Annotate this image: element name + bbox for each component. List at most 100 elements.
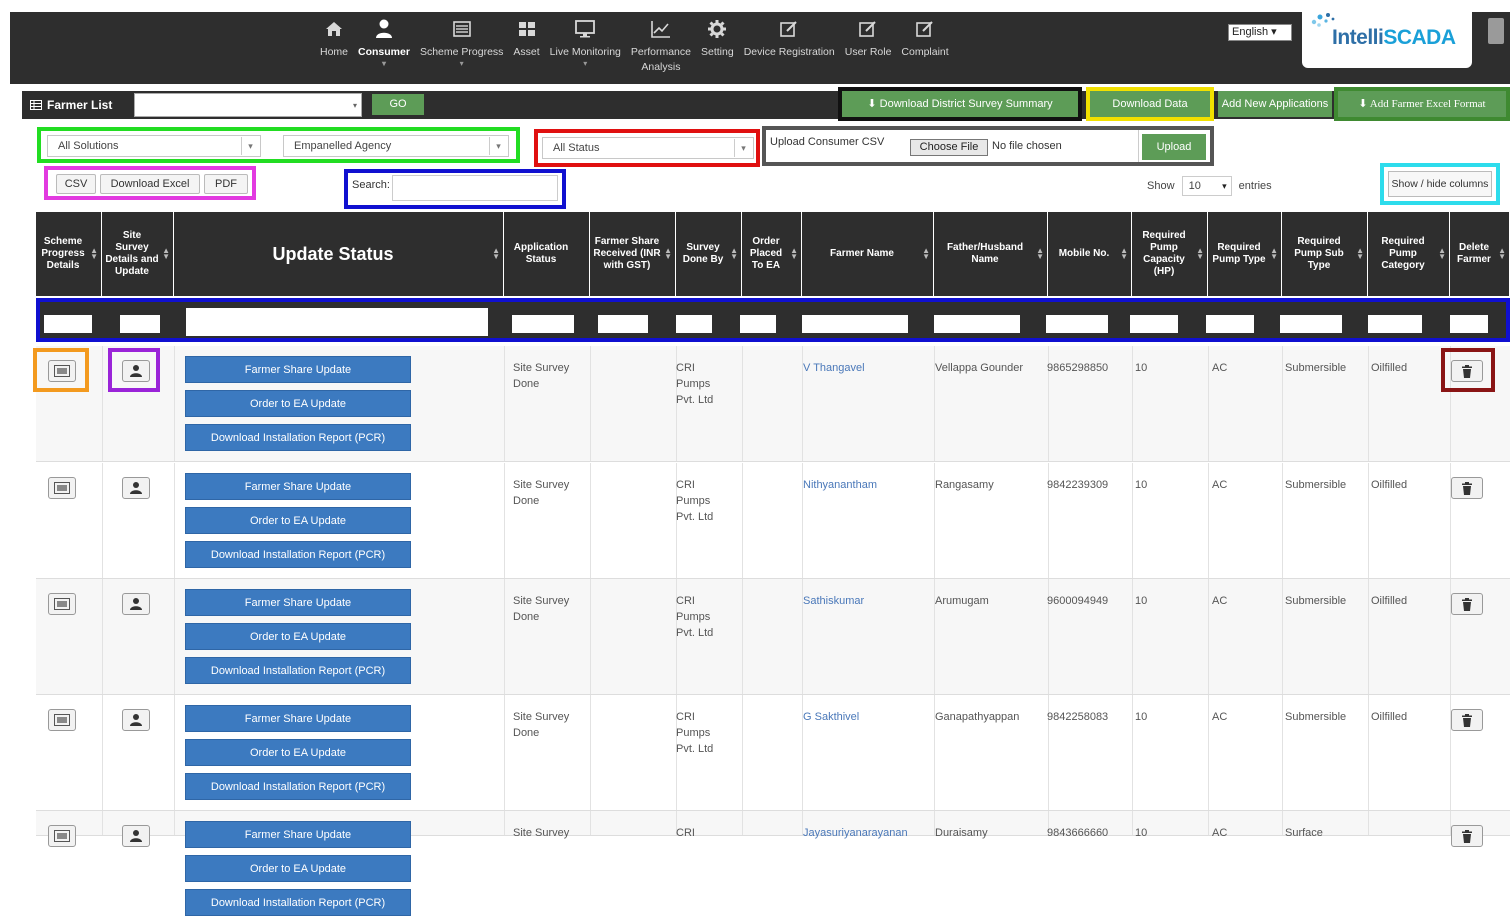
- nav-consumer[interactable]: Consumer ▾: [353, 12, 415, 84]
- farmer-name-link[interactable]: V Thangavel: [803, 360, 929, 376]
- search-input[interactable]: [392, 175, 558, 201]
- filter-scheme-input[interactable]: [44, 315, 92, 333]
- download-excel-button[interactable]: Download Excel: [100, 174, 200, 194]
- father-name-cell: Duraisamy: [935, 827, 988, 839]
- order-to-ea-update-button[interactable]: Order to EA Update: [185, 390, 411, 417]
- nav-live-monitoring[interactable]: Live Monitoring ▾: [545, 12, 626, 84]
- col-pump-type[interactable]: Required Pump Type ▲ ▼: [1208, 212, 1282, 296]
- col-order-placed[interactable]: Order Placed To EA ▲ ▼: [742, 212, 802, 296]
- col-farmer-share[interactable]: Farmer Share Received (INR with GST) ▲ ▼: [590, 212, 676, 296]
- pdf-button[interactable]: PDF: [204, 174, 248, 194]
- filter-mobile-input[interactable]: [1046, 315, 1108, 333]
- father-name-cell: Arumugam: [935, 595, 989, 607]
- csv-button[interactable]: CSV: [56, 174, 96, 194]
- show-hide-columns-button[interactable]: Show / hide columns: [1388, 171, 1492, 197]
- delete-farmer-button[interactable]: [1451, 593, 1483, 615]
- col-farmer-name[interactable]: Farmer Name ▲ ▼: [802, 212, 934, 296]
- col-mobile[interactable]: Mobile No. ▲ ▼: [1048, 212, 1132, 296]
- filter-application-status-input[interactable]: [512, 315, 574, 333]
- col-scheme-progress[interactable]: Scheme Progress Details ▲ ▼: [36, 212, 102, 296]
- filter-survey-input[interactable]: [120, 315, 160, 333]
- delete-farmer-button[interactable]: [1451, 709, 1483, 731]
- filter-father-input[interactable]: [934, 315, 1020, 333]
- site-survey-button[interactable]: [122, 593, 150, 615]
- download-installation-report-button[interactable]: Download Installation Report (PCR): [185, 541, 411, 568]
- scheme-progress-button[interactable]: [48, 825, 76, 847]
- farmer-list-select[interactable]: ▾: [134, 93, 362, 117]
- add-farmer-excel-format-button[interactable]: ⬇ Add Farmer Excel Format: [1334, 87, 1510, 121]
- filter-category-input[interactable]: [1368, 315, 1422, 333]
- farmer-name-link[interactable]: Jayasuriyanarayanan: [803, 825, 929, 841]
- download-installation-report-button[interactable]: Download Installation Report (PCR): [185, 657, 411, 684]
- nav-user-role[interactable]: User Role: [840, 12, 897, 84]
- nav-setting[interactable]: Setting: [696, 12, 739, 84]
- delete-farmer-button[interactable]: [1451, 825, 1483, 847]
- filter-order-input[interactable]: [740, 315, 776, 333]
- col-application-status[interactable]: Application Status: [504, 212, 590, 296]
- mobile-cell: 9865298850: [1047, 362, 1109, 374]
- col-delete-farmer[interactable]: Delete Farmer ▲ ▼: [1450, 212, 1510, 296]
- filter-delete-input[interactable]: [1450, 315, 1488, 333]
- nav-consumer-label: Consumer: [358, 46, 410, 58]
- go-button[interactable]: GO: [372, 94, 424, 115]
- download-installation-report-button[interactable]: Download Installation Report (PCR): [185, 773, 411, 800]
- language-select[interactable]: English ▾: [1228, 24, 1292, 41]
- col-pump-sub-type[interactable]: Required Pump Sub Type ▲ ▼: [1282, 212, 1368, 296]
- solutions-select[interactable]: All Solutions ▾: [47, 135, 261, 157]
- order-to-ea-update-button[interactable]: Order to EA Update: [185, 507, 411, 534]
- farmer-share-update-button[interactable]: Farmer Share Update: [185, 356, 411, 383]
- download-data-button[interactable]: Download Data: [1086, 87, 1214, 121]
- filter-farmer-share-input[interactable]: [598, 315, 648, 333]
- agency-select[interactable]: Empanelled Agency ▾: [283, 135, 509, 157]
- col-father-name[interactable]: Father/Husband Name ▲ ▼: [934, 212, 1048, 296]
- col-site-survey[interactable]: Site Survey Details and Update ▲ ▼: [102, 212, 174, 296]
- filter-subtype-input[interactable]: [1280, 315, 1342, 333]
- nav-live-dropdown-icon: ▾: [583, 59, 588, 68]
- avatar[interactable]: [1488, 18, 1504, 44]
- nav-home[interactable]: Home: [315, 12, 353, 84]
- order-to-ea-update-button[interactable]: Order to EA Update: [185, 739, 411, 766]
- scheme-progress-button[interactable]: [48, 477, 76, 499]
- download-district-survey-summary-button[interactable]: ⬇ Download District Survey Summary: [838, 87, 1082, 121]
- delete-farmer-button[interactable]: [1451, 477, 1483, 499]
- farmer-share-update-button[interactable]: Farmer Share Update: [185, 473, 411, 500]
- nav-scheme-progress[interactable]: Scheme Progress ▾: [415, 12, 508, 84]
- col-update-status[interactable]: Update Status ▲ ▼: [174, 212, 504, 296]
- site-survey-button[interactable]: [122, 825, 150, 847]
- filter-type-input[interactable]: [1206, 315, 1254, 333]
- farmer-share-update-button[interactable]: Farmer Share Update: [185, 589, 411, 616]
- farmer-name-link[interactable]: G Sakthivel: [803, 709, 929, 725]
- filter-capacity-input[interactable]: [1130, 315, 1178, 333]
- col-survey-done-by[interactable]: Survey Done By ▲ ▼: [676, 212, 742, 296]
- scheme-progress-button[interactable]: [48, 709, 76, 731]
- order-to-ea-update-button[interactable]: Order to EA Update: [185, 623, 411, 650]
- nav-device-registration[interactable]: Device Registration: [739, 12, 840, 84]
- filter-update-status-input[interactable]: [186, 308, 488, 336]
- site-survey-button[interactable]: [122, 709, 150, 731]
- entries-select[interactable]: 10 ▾: [1181, 176, 1232, 196]
- application-status-cell: Site Survey: [513, 827, 570, 839]
- sort-icon: ▲ ▼: [922, 246, 930, 261]
- farmer-name-link[interactable]: Sathiskumar: [803, 593, 929, 609]
- download-installation-report-button[interactable]: Download Installation Report (PCR): [185, 424, 411, 451]
- status-select[interactable]: All Status ▾: [542, 137, 754, 159]
- farmer-name-link[interactable]: Nithyanantham: [803, 477, 929, 493]
- nav-device-registration-label: Device Registration: [743, 46, 835, 58]
- site-survey-button[interactable]: [122, 477, 150, 499]
- order-to-ea-update-button[interactable]: Order to EA Update: [185, 855, 411, 882]
- upload-button[interactable]: Upload: [1142, 134, 1206, 160]
- choose-file-button[interactable]: Choose File: [910, 139, 988, 156]
- farmer-share-update-button[interactable]: Farmer Share Update: [185, 705, 411, 732]
- farmer-table: Scheme Progress Details ▲ ▼ Site Survey De…: [36, 212, 1510, 296]
- nav-asset[interactable]: Asset: [508, 12, 544, 84]
- nav-complaint[interactable]: Complaint: [896, 12, 953, 84]
- nav-performance-analysis[interactable]: Performance Analysis: [626, 12, 696, 84]
- farmer-share-update-button[interactable]: Farmer Share Update: [185, 821, 411, 848]
- col-pump-capacity[interactable]: Required Pump Capacity (HP) ▲ ▼: [1132, 212, 1208, 296]
- scheme-progress-button[interactable]: [48, 593, 76, 615]
- filter-survey-by-input[interactable]: [676, 315, 712, 333]
- add-new-applications-button[interactable]: Add New Applications: [1218, 91, 1332, 117]
- col-pump-category[interactable]: Required Pump Category ▲ ▼: [1368, 212, 1450, 296]
- download-installation-report-button[interactable]: Download Installation Report (PCR): [185, 889, 411, 916]
- filter-farmer-name-input[interactable]: [802, 315, 908, 333]
